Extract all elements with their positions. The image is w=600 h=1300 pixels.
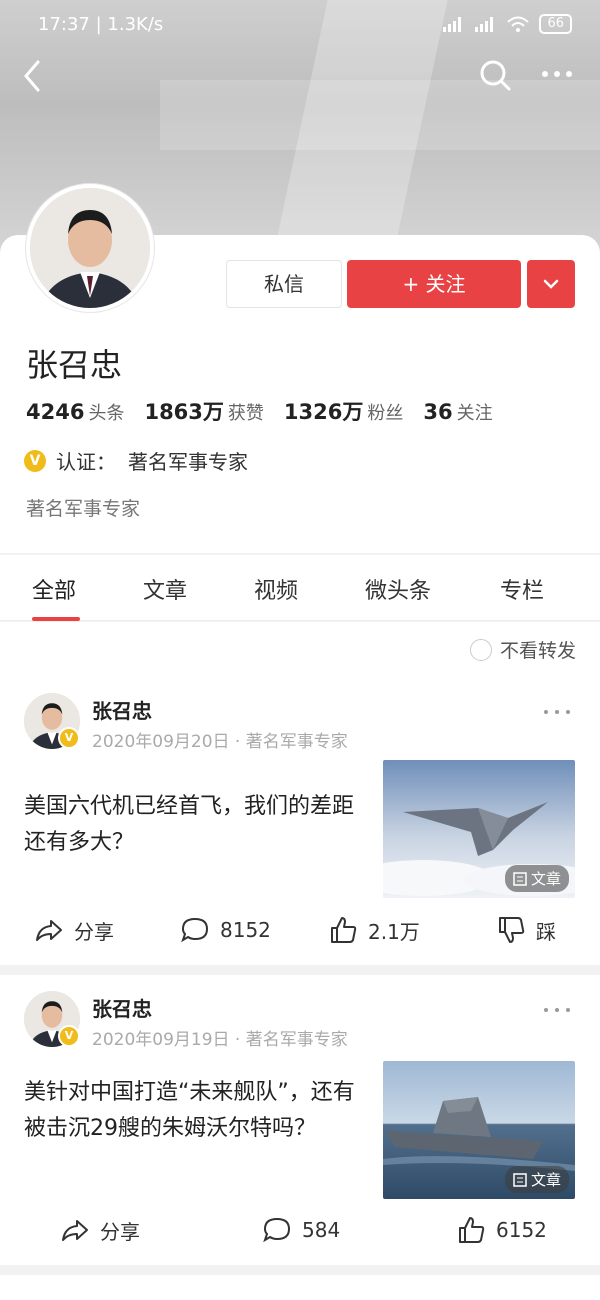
share-button[interactable]: 分享	[60, 1215, 140, 1245]
chevron-down-icon	[543, 279, 559, 289]
post-title[interactable]: 美国六代机已经首飞，我们的差距还有多大？	[24, 789, 370, 861]
tab-columns[interactable]: 专栏	[500, 573, 544, 605]
stat-likes[interactable]: 1863万 获赞	[144, 396, 263, 426]
dislike-button[interactable]: 踩	[496, 915, 556, 945]
post-author[interactable]: 张召忠	[92, 993, 152, 1022]
comment-button[interactable]: 584	[262, 1215, 340, 1245]
comment-icon	[181, 917, 209, 943]
post-title[interactable]: 美针对中国打造“未来舰队”，还有被击沉29艘的朱姆沃尔特吗？	[24, 1075, 370, 1147]
follow-button[interactable]: + 关注	[347, 260, 521, 308]
stat-fans[interactable]: 1326万 粉丝	[284, 396, 403, 426]
profile-bio: 著名军事专家	[26, 498, 141, 520]
tab-articles[interactable]: 文章	[143, 573, 187, 605]
tab-all[interactable]: 全部	[32, 573, 76, 605]
checkbox-circle-icon	[469, 638, 492, 661]
article-icon	[513, 871, 527, 886]
comment-button[interactable]: 8152	[180, 915, 271, 945]
tab-micro-posts[interactable]: 微头条	[365, 573, 431, 605]
more-icon[interactable]	[540, 64, 574, 84]
profile-name: 张召忠	[26, 346, 123, 384]
avatar-portrait-icon	[30, 188, 150, 308]
verification: V 认证： 著名军事专家	[24, 446, 248, 475]
verify-label: 认证：	[56, 450, 116, 474]
like-button[interactable]: 2.1万	[328, 915, 420, 945]
status-time: 17:37 | 1.3K/s	[38, 14, 164, 35]
content-tabs: 全部 文章 视频 微头条 专栏	[0, 555, 600, 621]
follow-dropdown-button[interactable]	[527, 260, 575, 308]
status-icons: 66	[443, 14, 572, 34]
post-thumbnail[interactable]: 文章	[383, 1061, 575, 1199]
avatar[interactable]	[26, 184, 154, 312]
verified-badge-icon: V	[24, 449, 46, 472]
comment-icon	[263, 1217, 291, 1243]
post-meta: 2020年09月20日 · 著名军事专家	[92, 732, 348, 752]
article-icon	[513, 1172, 527, 1187]
stat-following[interactable]: 36 关注	[423, 399, 492, 425]
search-icon[interactable]	[478, 58, 512, 92]
thumbs-up-icon	[459, 1217, 485, 1243]
feed-post[interactable]: V 张召忠 2020年09月19日 · 著名军事专家 美针对中国打造“未来舰队”…	[0, 975, 600, 1265]
verified-badge-icon: V	[58, 727, 80, 749]
post-actions: 分享 584 6152	[0, 1215, 600, 1255]
more-icon[interactable]	[542, 707, 572, 717]
hide-reposts-toggle[interactable]: 不看转发	[469, 636, 576, 663]
status-bar: 17:37 | 1.3K/s 66	[0, 0, 600, 52]
feed-post[interactable]: V 张召忠 2020年09月20日 · 著名军事专家 美国六代机已经首飞，我们的…	[0, 677, 600, 965]
active-tab-indicator	[32, 617, 80, 621]
stat-posts[interactable]: 4246 头条	[26, 399, 124, 425]
share-icon	[36, 920, 62, 941]
post-thumbnail[interactable]: 文章	[383, 760, 575, 898]
verified-badge-icon: V	[58, 1025, 80, 1047]
verify-value: 著名军事专家	[128, 450, 248, 474]
thumbs-up-icon	[331, 917, 357, 943]
tab-videos[interactable]: 视频	[254, 573, 298, 605]
signal-icon-2	[475, 17, 494, 32]
private-message-button[interactable]: 私信	[226, 260, 342, 308]
share-icon	[62, 1220, 88, 1241]
post-author[interactable]: 张召忠	[92, 695, 152, 724]
profile-stats: 4246 头条 1863万 获赞 1326万 粉丝 36 关注	[26, 396, 513, 426]
filter-row: 不看转发	[0, 622, 600, 677]
article-tag: 文章	[504, 865, 569, 892]
like-button[interactable]: 6152	[456, 1215, 547, 1245]
post-actions: 分享 8152 2.1万 踩	[0, 915, 600, 955]
article-tag: 文章	[504, 1166, 569, 1193]
more-icon[interactable]	[542, 1005, 572, 1015]
back-arrow-icon[interactable]	[18, 58, 48, 94]
share-button[interactable]: 分享	[34, 915, 114, 945]
thumbs-down-icon	[499, 917, 525, 943]
wifi-icon	[507, 16, 530, 32]
battery-indicator: 66	[539, 14, 572, 34]
feed-post-partial[interactable]	[0, 1275, 600, 1300]
signal-icon	[443, 17, 462, 32]
post-meta: 2020年09月19日 · 著名军事专家	[92, 1030, 348, 1050]
